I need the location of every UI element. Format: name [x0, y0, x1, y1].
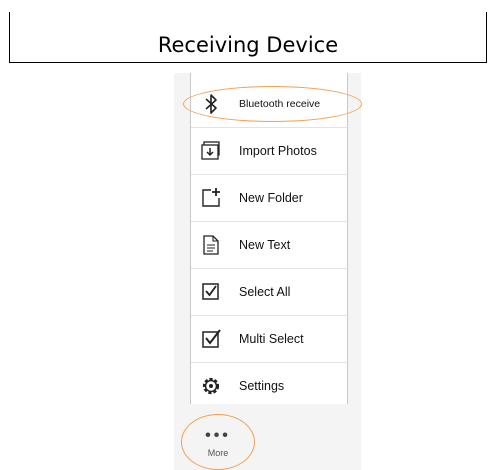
- gear-icon: [200, 375, 222, 397]
- new-folder-icon: [200, 187, 222, 209]
- menu-item-label: New Folder: [239, 191, 303, 205]
- menu-item-settings[interactable]: Settings: [191, 363, 349, 410]
- menu-item-select-all[interactable]: Select All: [191, 269, 349, 316]
- menu-item-label: New Text: [239, 238, 291, 252]
- select-all-icon: [200, 281, 222, 303]
- page-title: Receiving Device: [157, 33, 339, 57]
- import-photos-icon: [200, 140, 222, 162]
- menu-item-multi-select[interactable]: Multi Select: [191, 316, 349, 363]
- menu-item-label: Select All: [239, 285, 291, 299]
- menu-item-label: Multi Select: [239, 332, 304, 346]
- bluetooth-highlight-oval: [183, 86, 362, 122]
- menu-item-label: Import Photos: [239, 144, 317, 158]
- menu-item-label: Settings: [239, 379, 285, 393]
- more-menu: Bluetooth receive Import Photos New Fold…: [190, 73, 349, 404]
- title-box: Receiving Device: [9, 12, 487, 63]
- menu-item-new-folder[interactable]: New Folder: [191, 175, 349, 222]
- menu-item-new-text[interactable]: New Text: [191, 222, 349, 269]
- new-text-icon: [200, 234, 222, 256]
- multi-select-icon: [200, 328, 222, 350]
- menu-item-import-photos[interactable]: Import Photos: [191, 128, 349, 175]
- more-highlight-oval: [181, 414, 255, 470]
